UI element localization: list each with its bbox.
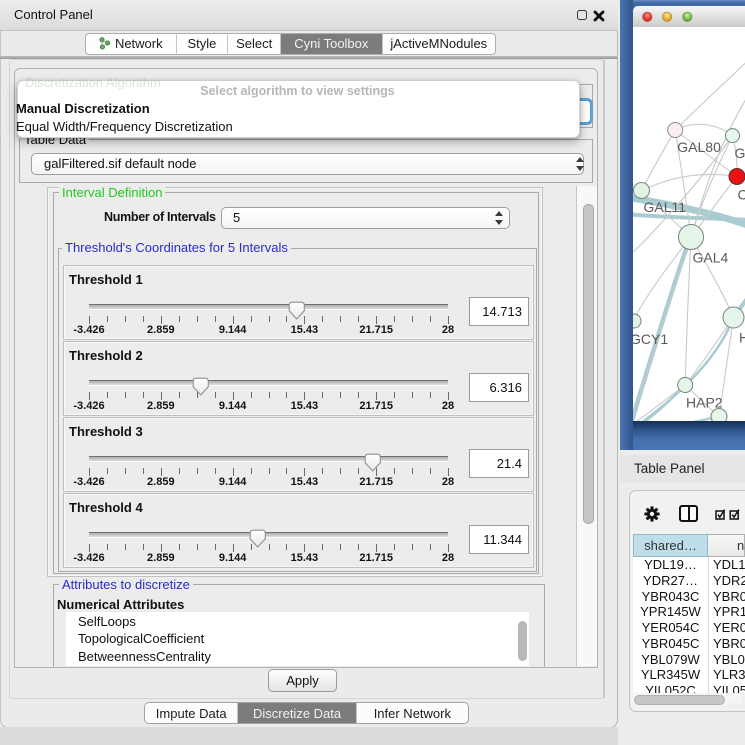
svg-text:HAP2: HAP2	[686, 395, 723, 411]
svg-text:GAL3: GAL3	[734, 145, 745, 161]
svg-text:GAL4: GAL4	[692, 250, 728, 266]
svg-text:GAL11: GAL11	[643, 199, 686, 215]
svg-text:CY: CY	[737, 187, 745, 203]
svg-text:GAL80: GAL80	[677, 139, 721, 155]
svg-text:HI: HI	[739, 330, 745, 346]
svg-text:GCY1: GCY1	[633, 331, 668, 347]
